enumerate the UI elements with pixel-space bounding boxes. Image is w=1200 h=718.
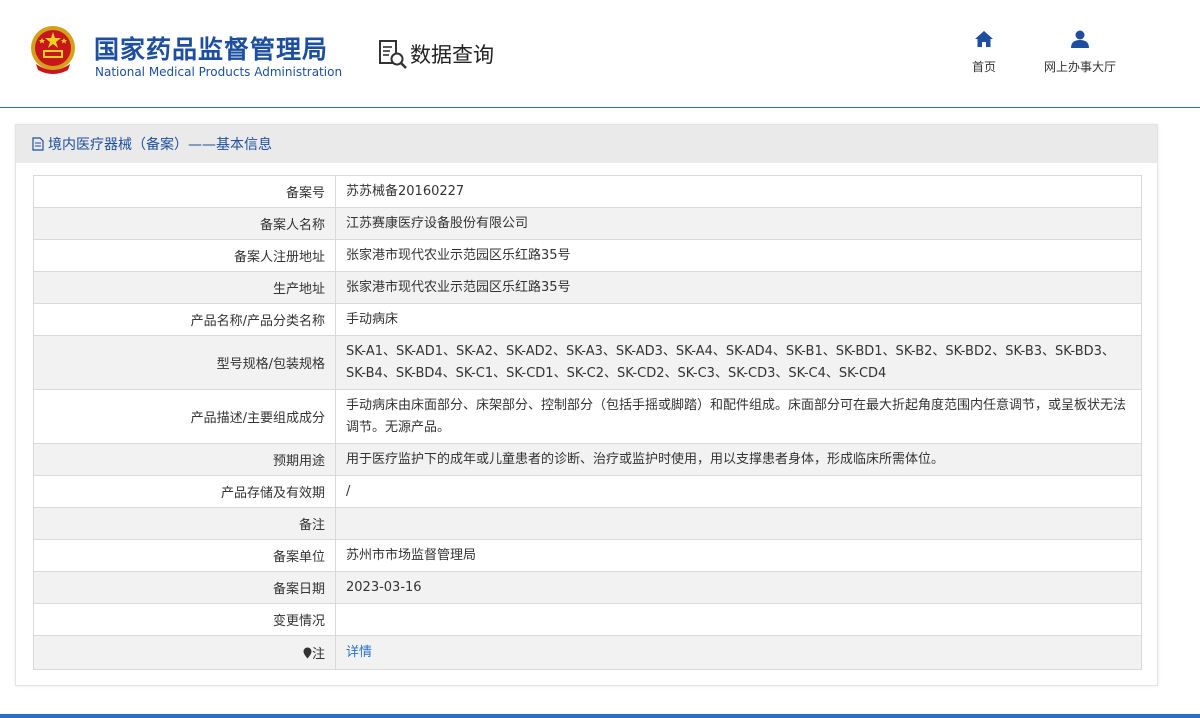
- row-label: 预期用途: [33, 443, 336, 476]
- site-title: 国家药品监督管理局: [94, 35, 329, 64]
- document-search-icon: [379, 40, 407, 69]
- row-value: /: [335, 475, 1142, 508]
- table-row: 生产地址 张家港市现代农业示范园区乐红路35号: [33, 271, 1142, 304]
- site-subtitle: National Medical Products Administration: [95, 65, 343, 79]
- row-value: 苏州市市场监督管理局: [335, 539, 1142, 572]
- row-label: 备案日期: [33, 571, 336, 604]
- row-label: 生产地址: [33, 271, 336, 304]
- row-value: [335, 507, 1142, 540]
- nav-home[interactable]: 首页: [964, 30, 1004, 75]
- info-table: 备案号 苏苏械备20160227 备案人名称 江苏赛康医疗设备股份有限公司 备案…: [33, 175, 1142, 670]
- national-emblem-icon: [31, 26, 75, 74]
- row-value: 张家港市现代农业示范园区乐红路35号: [335, 271, 1142, 304]
- row-value: 江苏赛康医疗设备股份有限公司: [335, 207, 1142, 240]
- data-query-label: 数据查询: [410, 43, 494, 67]
- row-label: 产品名称/产品分类名称: [33, 303, 336, 336]
- document-icon: [32, 137, 44, 151]
- table-row: 备案人名称 江苏赛康医疗设备股份有限公司: [33, 207, 1142, 240]
- table-row: 产品存储及有效期 /: [33, 475, 1142, 508]
- row-label: 产品描述/主要组成成分: [33, 389, 336, 444]
- row-label: 备案号: [33, 175, 336, 208]
- table-row: 备案单位 苏州市市场监督管理局: [33, 539, 1142, 572]
- table-row: 变更情况: [33, 603, 1142, 636]
- table-row: 产品描述/主要组成成分 手动病床由床面部分、床架部分、控制部分（包括手摇或脚踏）…: [33, 389, 1142, 444]
- row-label: 型号规格/包装规格: [33, 335, 336, 390]
- nav-online-hall-label: 网上办事大厅: [1043, 60, 1116, 74]
- row-label: 产品存储及有效期: [33, 475, 336, 508]
- footer-divider: [0, 714, 1200, 718]
- nav-online-hall[interactable]: 网上办事大厅: [1034, 30, 1126, 75]
- detail-link[interactable]: 详情: [346, 645, 372, 660]
- home-icon: [975, 31, 993, 47]
- row-value: [335, 603, 1142, 636]
- table-row: 备注: [33, 507, 1142, 540]
- row-value: 2023-03-16: [335, 571, 1142, 604]
- data-query-link[interactable]: 数据查询: [378, 38, 494, 70]
- row-label-note: 注: [33, 635, 336, 670]
- row-value: SK-A1、SK-AD1、SK-A2、SK-AD2、SK-A3、SK-AD3、S…: [335, 335, 1142, 390]
- row-label: 备注: [33, 507, 336, 540]
- row-value: 手动病床由床面部分、床架部分、控制部分（包括手摇或脚踏）和配件组成。床面部分可在…: [335, 389, 1142, 444]
- table-row: 备案人注册地址 张家港市现代农业示范园区乐红路35号: [33, 239, 1142, 272]
- panel-title: 境内医疗器械（备案）——基本信息: [48, 137, 272, 153]
- row-label: 备案人注册地址: [33, 239, 336, 272]
- user-icon: [1071, 30, 1089, 48]
- row-value: 苏苏械备20160227: [335, 175, 1142, 208]
- row-value: 用于医疗监护下的成年或儿童患者的诊断、治疗或监护时使用，用以支撑患者身体，形成临…: [335, 443, 1142, 476]
- nav-home-label: 首页: [971, 60, 996, 74]
- note-label: 注: [311, 647, 325, 662]
- row-label: 备案单位: [33, 539, 336, 572]
- row-value: 详情: [335, 635, 1142, 670]
- table-row: 产品名称/产品分类名称 手动病床: [33, 303, 1142, 336]
- row-value: 张家港市现代农业示范园区乐红路35号: [335, 239, 1142, 272]
- row-value: 手动病床: [335, 303, 1142, 336]
- table-row: 备案号 苏苏械备20160227: [33, 175, 1142, 208]
- panel-header: 境内医疗器械（备案）——基本信息: [16, 125, 1157, 163]
- table-row: 预期用途 用于医疗监护下的成年或儿童患者的诊断、治疗或监护时使用，用以支撑患者身…: [33, 443, 1142, 476]
- info-panel: 境内医疗器械（备案）——基本信息 备案号 苏苏械备20160227 备案人名称 …: [15, 124, 1158, 686]
- site-header: 国家药品监督管理局 National Medical Products Admi…: [0, 0, 1200, 108]
- table-row: 注 详情: [33, 635, 1142, 670]
- table-row: 型号规格/包装规格 SK-A1、SK-AD1、SK-A2、SK-AD2、SK-A…: [33, 335, 1142, 390]
- table-row: 备案日期 2023-03-16: [33, 571, 1142, 604]
- row-label: 备案人名称: [33, 207, 336, 240]
- pin-icon: [303, 647, 312, 659]
- row-label: 变更情况: [33, 603, 336, 636]
